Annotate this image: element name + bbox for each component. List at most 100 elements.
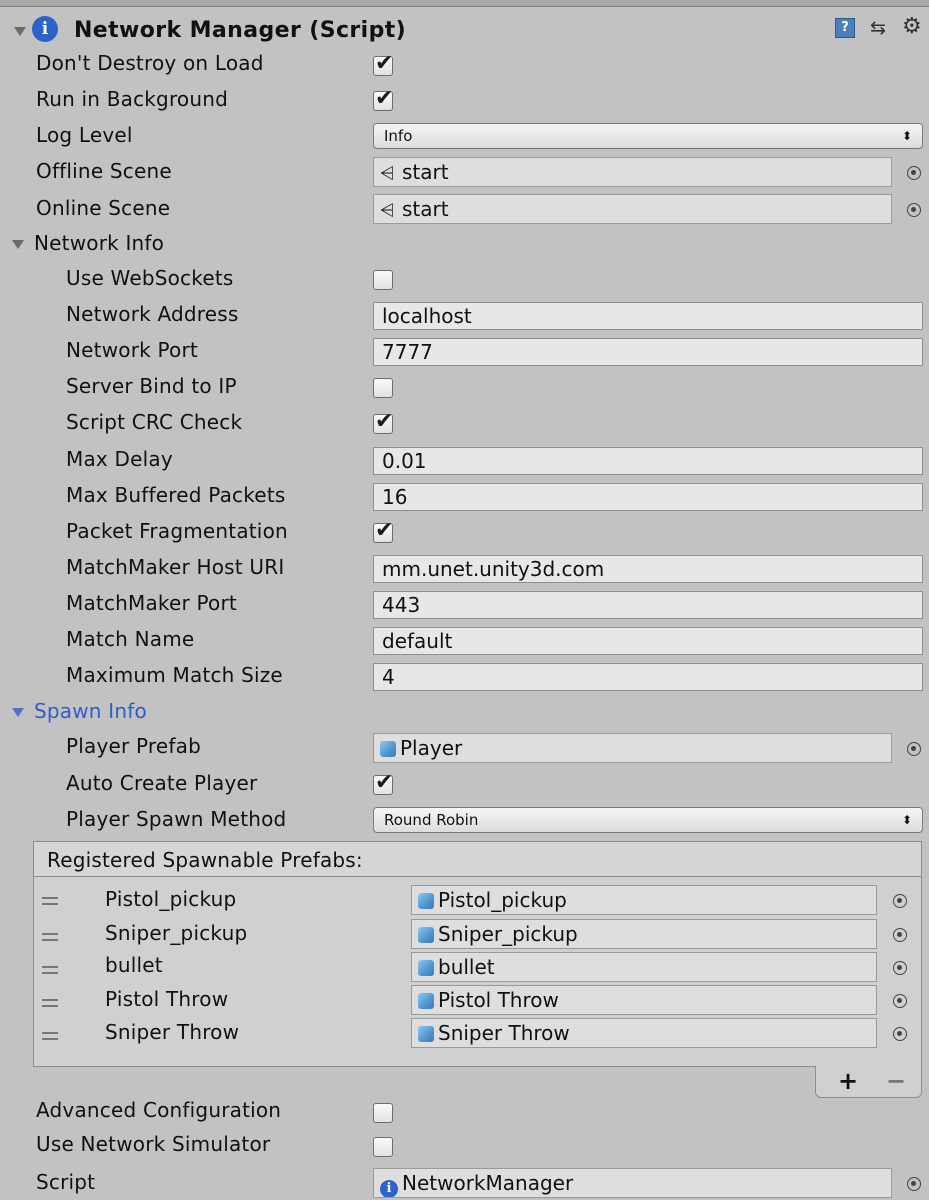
online-scene-value: start bbox=[402, 197, 449, 221]
log-level-value: Info bbox=[384, 127, 413, 145]
server-bind-checkbox[interactable] bbox=[373, 378, 393, 398]
prefab-item-field[interactable]: Sniper Throw bbox=[411, 1018, 877, 1048]
dropdown-arrows-icon: ⬍ bbox=[901, 129, 912, 143]
preset-icon[interactable]: ⇆ bbox=[870, 17, 886, 39]
registered-prefabs-header: Registered Spawnable Prefabs: bbox=[33, 841, 922, 877]
advanced-config-label: Advanced Configuration bbox=[36, 1098, 282, 1122]
max-delay-input[interactable]: 0.01 bbox=[373, 447, 923, 475]
network-address-label: Network Address bbox=[66, 302, 239, 326]
prefab-item-value: Pistol Throw bbox=[438, 988, 559, 1012]
inspector-panel: i Network Manager (Script) ? ⇆ ⚙ Don't D… bbox=[0, 0, 929, 1200]
script-crc-checkbox[interactable]: ✔ bbox=[373, 410, 393, 434]
help-icon[interactable]: ? bbox=[835, 18, 855, 38]
script-picker-icon[interactable] bbox=[907, 1177, 921, 1191]
match-name-label: Match Name bbox=[66, 627, 195, 651]
player-prefab-label: Player Prefab bbox=[66, 734, 201, 758]
component-title[interactable]: Network Manager (Script) bbox=[74, 18, 406, 43]
prefab-item-field[interactable]: Pistol_pickup bbox=[411, 885, 877, 915]
mm-host-label: MatchMaker Host URI bbox=[66, 555, 285, 579]
prefab-item-field[interactable]: Pistol Throw bbox=[411, 985, 877, 1015]
packet-frag-checkbox[interactable]: ✔ bbox=[373, 519, 393, 543]
spawn-method-value: Round Robin bbox=[384, 811, 479, 829]
auto-create-label: Auto Create Player bbox=[66, 771, 258, 795]
scene-asset-icon: ⩤ bbox=[380, 163, 395, 184]
script-label: Script bbox=[36, 1170, 96, 1194]
add-prefab-button[interactable]: + bbox=[838, 1068, 858, 1094]
scene-asset-icon: ⩤ bbox=[380, 200, 395, 221]
drag-handle-icon[interactable] bbox=[42, 1032, 58, 1040]
dont-destroy-checkbox[interactable]: ✔ bbox=[373, 52, 393, 76]
registered-prefabs-list: Pistol_pickup Pistol_pickup Sniper_picku… bbox=[33, 876, 922, 1067]
prefab-item-label: bullet bbox=[105, 953, 163, 977]
network-address-input[interactable]: localhost bbox=[373, 302, 923, 330]
prefab-item-picker-icon[interactable] bbox=[893, 928, 907, 942]
player-prefab-picker-icon[interactable] bbox=[907, 742, 921, 756]
network-sim-label: Use Network Simulator bbox=[36, 1132, 271, 1156]
remove-prefab-button[interactable]: − bbox=[886, 1068, 906, 1094]
drag-handle-icon[interactable] bbox=[42, 966, 58, 974]
spawn-info-foldout-arrow-icon[interactable] bbox=[12, 708, 24, 717]
max-match-input[interactable]: 4 bbox=[373, 663, 923, 691]
prefab-item-picker-icon[interactable] bbox=[893, 894, 907, 908]
player-prefab-field[interactable]: Player bbox=[373, 733, 892, 763]
drag-handle-icon[interactable] bbox=[42, 999, 58, 1007]
auto-create-checkbox[interactable]: ✔ bbox=[373, 771, 393, 795]
online-scene-field[interactable]: ⩤ start bbox=[373, 194, 892, 224]
checkmark-icon: ✔ bbox=[375, 51, 394, 76]
script-crc-label: Script CRC Check bbox=[66, 410, 243, 434]
prefab-item-field[interactable]: bullet bbox=[411, 952, 877, 982]
max-buffered-input[interactable]: 16 bbox=[373, 483, 923, 511]
mm-port-input[interactable]: 443 bbox=[373, 591, 923, 619]
max-match-label: Maximum Match Size bbox=[66, 663, 283, 687]
online-scene-picker-icon[interactable] bbox=[907, 203, 921, 217]
prefab-item-picker-icon[interactable] bbox=[893, 1027, 907, 1041]
use-websockets-label: Use WebSockets bbox=[66, 266, 234, 290]
checkmark-icon: ✔ bbox=[375, 770, 394, 795]
prefab-item-value: Sniper Throw bbox=[438, 1021, 570, 1045]
prefab-item-label: Sniper Throw bbox=[105, 1020, 240, 1044]
mm-port-label: MatchMaker Port bbox=[66, 591, 237, 615]
script-value: NetworkManager bbox=[402, 1171, 574, 1195]
network-info-foldout-arrow-icon[interactable] bbox=[12, 240, 24, 249]
offline-scene-label: Offline Scene bbox=[36, 159, 172, 183]
prefab-cube-icon bbox=[380, 741, 396, 757]
prefab-item-value: Pistol_pickup bbox=[438, 888, 567, 912]
offline-scene-field[interactable]: ⩤ start bbox=[373, 157, 892, 187]
run-background-checkbox[interactable]: ✔ bbox=[373, 87, 393, 111]
component-foldout-arrow-icon[interactable] bbox=[14, 27, 26, 36]
advanced-config-checkbox[interactable] bbox=[373, 1103, 393, 1123]
use-websockets-checkbox[interactable] bbox=[373, 270, 393, 290]
checkmark-icon: ✔ bbox=[375, 409, 394, 434]
prefab-item-value: bullet bbox=[438, 955, 495, 979]
drag-handle-icon[interactable] bbox=[42, 897, 58, 905]
script-field[interactable]: i NetworkManager bbox=[373, 1168, 892, 1198]
offline-scene-value: start bbox=[402, 160, 449, 184]
spawn-method-dropdown[interactable]: Round Robin ⬍ bbox=[373, 807, 923, 833]
checkmark-icon: ✔ bbox=[375, 86, 394, 111]
max-buffered-label: Max Buffered Packets bbox=[66, 483, 286, 507]
run-background-label: Run in Background bbox=[36, 87, 229, 111]
drag-handle-icon[interactable] bbox=[42, 933, 58, 941]
network-sim-checkbox[interactable] bbox=[373, 1137, 393, 1157]
network-port-input[interactable]: 7777 bbox=[373, 338, 923, 366]
log-level-dropdown[interactable]: Info ⬍ bbox=[373, 123, 923, 149]
spawn-info-foldout[interactable]: Spawn Info bbox=[34, 699, 147, 723]
network-info-foldout[interactable]: Network Info bbox=[34, 231, 164, 255]
offline-scene-picker-icon[interactable] bbox=[907, 166, 921, 180]
prefab-item-field[interactable]: Sniper_pickup bbox=[411, 919, 877, 949]
gear-icon[interactable]: ⚙ bbox=[902, 14, 922, 39]
prefab-cube-icon bbox=[418, 960, 434, 976]
dont-destroy-label: Don't Destroy on Load bbox=[36, 51, 264, 75]
server-bind-label: Server Bind to IP bbox=[66, 374, 237, 398]
prefab-item-picker-icon[interactable] bbox=[893, 994, 907, 1008]
max-delay-label: Max Delay bbox=[66, 447, 173, 471]
mm-host-input[interactable]: mm.unet.unity3d.com bbox=[373, 555, 923, 583]
prefab-cube-icon bbox=[418, 893, 434, 909]
match-name-input[interactable]: default bbox=[373, 627, 923, 655]
packet-frag-label: Packet Fragmentation bbox=[66, 519, 288, 543]
info-icon: i bbox=[32, 16, 58, 42]
player-prefab-value: Player bbox=[400, 736, 463, 760]
log-level-label: Log Level bbox=[36, 123, 133, 147]
dropdown-arrows-icon: ⬍ bbox=[901, 813, 912, 827]
prefab-item-picker-icon[interactable] bbox=[893, 961, 907, 975]
